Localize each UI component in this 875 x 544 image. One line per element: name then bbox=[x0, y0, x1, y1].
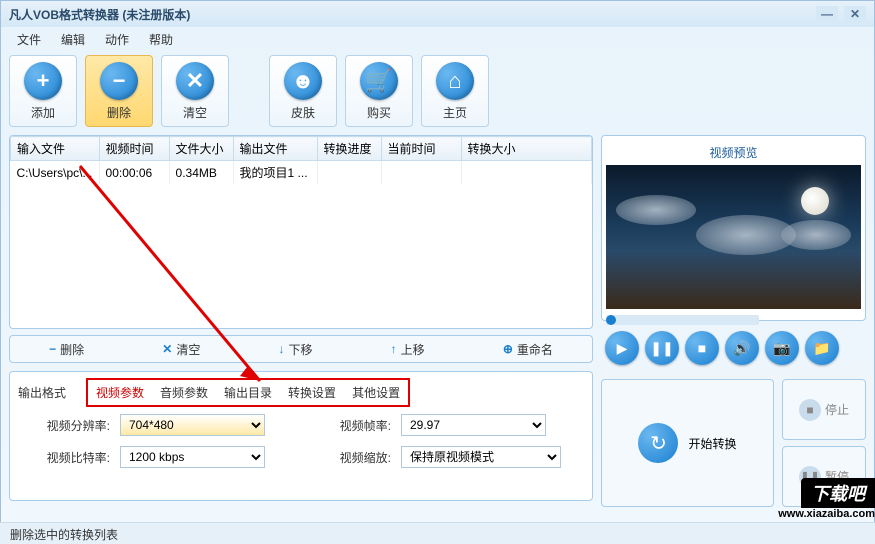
bitrate-select[interactable]: 1200 kbps bbox=[120, 446, 265, 468]
rename-icon: ⊕ bbox=[503, 342, 513, 356]
refresh-icon: ↻ bbox=[638, 423, 678, 463]
arrow-down-icon: ↓ bbox=[279, 342, 285, 356]
volume-button[interactable]: 🔊 bbox=[725, 331, 759, 365]
cell-output: 我的项目1 ... bbox=[233, 161, 317, 185]
cloud-graphic bbox=[781, 220, 851, 250]
preview-title: 视频预览 bbox=[606, 140, 861, 165]
col-csize[interactable]: 转换大小 bbox=[461, 137, 591, 161]
folder-button[interactable]: 📁 bbox=[805, 331, 839, 365]
delete-label: 删除 bbox=[107, 104, 131, 121]
toolbar: + 添加 − 删除 ✕ 清空 ☻ 皮肤 🛒 购买 ⌂ 主页 bbox=[1, 49, 874, 135]
window-title: 凡人VOB格式转换器 (未注册版本) bbox=[9, 6, 190, 23]
col-vtime[interactable]: 视频时间 bbox=[99, 137, 169, 161]
cell-curtime bbox=[381, 161, 461, 185]
framerate-select[interactable]: 29.97 bbox=[401, 414, 546, 436]
buy-label: 购买 bbox=[367, 104, 391, 121]
col-input[interactable]: 输入文件 bbox=[11, 137, 100, 161]
col-fsize[interactable]: 文件大小 bbox=[169, 137, 233, 161]
tab-convset[interactable]: 转换设置 bbox=[288, 384, 336, 401]
minus-icon: − bbox=[100, 62, 138, 100]
resolution-select[interactable]: 704*480 bbox=[120, 414, 265, 436]
media-controls: ▶ ❚❚ ■ 🔊 📷 📁 bbox=[601, 327, 866, 369]
scale-select[interactable]: 保持原视频模式 bbox=[401, 446, 561, 468]
stop-button[interactable]: ■ bbox=[685, 331, 719, 365]
moon-graphic bbox=[801, 187, 829, 215]
cell-progress bbox=[317, 161, 381, 185]
watermark-url: www.xiazaiba.com bbox=[778, 508, 875, 520]
scale-label: 视频缩放: bbox=[321, 449, 391, 466]
resolution-label: 视频分辨率: bbox=[40, 417, 110, 434]
minus-icon: − bbox=[49, 342, 56, 356]
status-text: 删除选中的转换列表 bbox=[10, 528, 118, 542]
menu-edit[interactable]: 编辑 bbox=[53, 29, 93, 47]
tab-outdir[interactable]: 输出目录 bbox=[224, 384, 272, 401]
pause-button[interactable]: ❚❚ bbox=[645, 331, 679, 365]
action-row: −删除 ✕清空 ↓下移 ↑上移 ⊕重命名 bbox=[9, 335, 593, 363]
preview-image bbox=[606, 165, 861, 309]
menu-file[interactable]: 文件 bbox=[9, 29, 49, 47]
cell-input: C:\Users\pc\... bbox=[11, 161, 100, 185]
menu-action[interactable]: 动作 bbox=[97, 29, 137, 47]
preview-progress[interactable] bbox=[606, 315, 759, 325]
start-convert-label: 开始转换 bbox=[688, 435, 736, 452]
settings-tabs: 视频参数 音频参数 输出目录 转换设置 其他设置 bbox=[86, 378, 410, 407]
col-progress[interactable]: 转换进度 bbox=[317, 137, 381, 161]
cell-vtime: 00:00:06 bbox=[99, 161, 169, 185]
home-label: 主页 bbox=[443, 104, 467, 121]
bitrate-label: 视频比特率: bbox=[40, 449, 110, 466]
play-button[interactable]: ▶ bbox=[605, 331, 639, 365]
output-format-label: 输出格式 bbox=[18, 384, 66, 401]
skin-label: 皮肤 bbox=[291, 104, 315, 121]
tab-audio[interactable]: 音频参数 bbox=[160, 384, 208, 401]
stop-convert-button[interactable]: ■ 停止 bbox=[782, 379, 866, 440]
watermark: 下载吧 www.xiazaiba.com bbox=[745, 478, 875, 522]
stop-icon: ■ bbox=[799, 399, 821, 421]
arrow-up-icon: ↑ bbox=[391, 342, 397, 356]
titlebar: 凡人VOB格式转换器 (未注册版本) — ✕ bbox=[1, 1, 874, 27]
close-button[interactable]: ✕ bbox=[844, 6, 866, 22]
x-icon: ✕ bbox=[176, 62, 214, 100]
skin-button[interactable]: ☻ 皮肤 bbox=[269, 55, 337, 127]
menu-help[interactable]: 帮助 bbox=[141, 29, 181, 47]
settings-panel: 输出格式 视频参数 音频参数 输出目录 转换设置 其他设置 视频分辨率: 704… bbox=[9, 371, 593, 501]
plus-icon: + bbox=[24, 62, 62, 100]
x-icon: ✕ bbox=[162, 342, 172, 356]
framerate-label: 视频帧率: bbox=[321, 417, 391, 434]
file-table[interactable]: 输入文件 视频时间 文件大小 输出文件 转换进度 当前时间 转换大小 C:\Us… bbox=[10, 136, 592, 184]
preview-panel: 视频预览 bbox=[601, 135, 866, 321]
action-movedown[interactable]: ↓下移 bbox=[269, 341, 323, 358]
tab-other[interactable]: 其他设置 bbox=[352, 384, 400, 401]
clear-label: 清空 bbox=[183, 104, 207, 121]
col-output[interactable]: 输出文件 bbox=[233, 137, 317, 161]
action-delete[interactable]: −删除 bbox=[39, 341, 94, 358]
home-icon: ⌂ bbox=[436, 62, 474, 100]
action-clear[interactable]: ✕清空 bbox=[152, 341, 210, 358]
action-moveup[interactable]: ↑上移 bbox=[381, 341, 435, 358]
snapshot-button[interactable]: 📷 bbox=[765, 331, 799, 365]
statusbar: 删除选中的转换列表 bbox=[0, 522, 875, 544]
cloud-graphic bbox=[616, 195, 696, 225]
delete-button[interactable]: − 删除 bbox=[85, 55, 153, 127]
cart-icon: 🛒 bbox=[360, 62, 398, 100]
smile-icon: ☻ bbox=[284, 62, 322, 100]
cell-fsize: 0.34MB bbox=[169, 161, 233, 185]
cell-csize bbox=[461, 161, 591, 185]
minimize-button[interactable]: — bbox=[816, 6, 838, 22]
add-label: 添加 bbox=[31, 104, 55, 121]
watermark-brand: 下载吧 bbox=[801, 478, 875, 508]
col-curtime[interactable]: 当前时间 bbox=[381, 137, 461, 161]
home-button[interactable]: ⌂ 主页 bbox=[421, 55, 489, 127]
action-rename[interactable]: ⊕重命名 bbox=[493, 341, 563, 358]
tab-video[interactable]: 视频参数 bbox=[96, 384, 144, 401]
clear-button[interactable]: ✕ 清空 bbox=[161, 55, 229, 127]
file-table-panel: 输入文件 视频时间 文件大小 输出文件 转换进度 当前时间 转换大小 C:\Us… bbox=[9, 135, 593, 329]
buy-button[interactable]: 🛒 购买 bbox=[345, 55, 413, 127]
add-button[interactable]: + 添加 bbox=[9, 55, 77, 127]
table-row[interactable]: C:\Users\pc\... 00:00:06 0.34MB 我的项目1 ..… bbox=[11, 161, 592, 185]
menubar: 文件 编辑 动作 帮助 bbox=[1, 27, 874, 49]
